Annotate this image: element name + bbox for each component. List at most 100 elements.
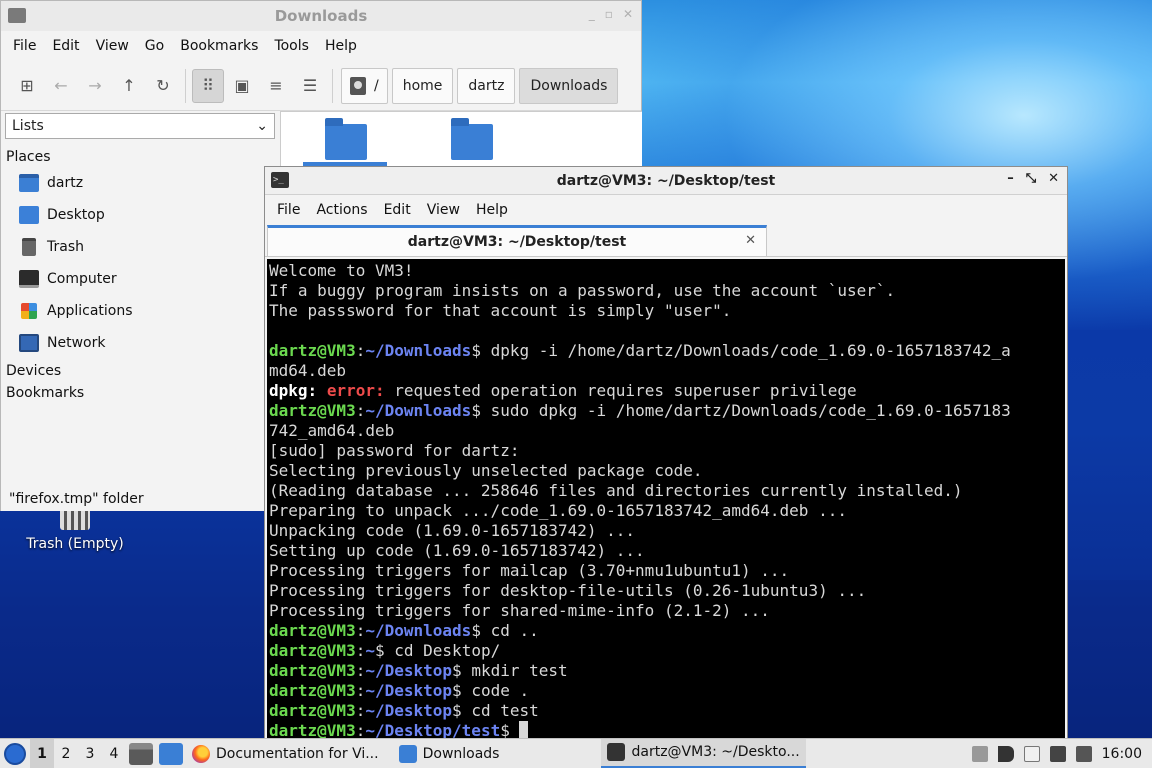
breadcrumb-downloads[interactable]: Downloads — [519, 67, 619, 104]
prompt-path: ~/Desktop/test — [365, 721, 501, 739]
menu-file[interactable]: File — [269, 202, 308, 218]
terminal-line: Unpacking code (1.69.0-1657183742) ... — [269, 521, 636, 540]
network-icon[interactable] — [1049, 745, 1066, 762]
terminal-line: dartz@VM3:~/Desktop$ cd test — [269, 701, 539, 720]
start-menu-button[interactable] — [0, 739, 30, 768]
menu-edit[interactable]: Edit — [376, 202, 419, 218]
menu-tools[interactable]: Tools — [266, 38, 317, 54]
terminal-line: 742_amd64.deb — [269, 421, 395, 440]
sidebar-item-computer[interactable]: Computer — [1, 263, 279, 295]
terminal-line: dartz@VM3:~/Desktop/test$ — [269, 721, 1065, 739]
sidebar-mode-value: Lists — [12, 118, 44, 134]
terminal-line: (Reading database ... 258646 files and d… — [269, 481, 963, 500]
prompt-path: ~/Desktop — [365, 701, 453, 720]
sidebar-item-applications[interactable]: Applications — [1, 295, 279, 327]
breadcrumb-root-label: / — [374, 77, 379, 94]
new-window-icon[interactable]: ⊞ — [11, 69, 43, 103]
menu-view[interactable]: View — [88, 38, 137, 54]
volume-icon[interactable] — [997, 745, 1014, 762]
file-manager-titlebar[interactable]: Downloads _ ▫ ✕ — [1, 1, 641, 31]
task-label: dartz@VM3: ~/Deskto... — [631, 744, 800, 760]
prompt-user: dartz@VM3 — [269, 681, 356, 700]
minimize-icon[interactable]: – — [1007, 171, 1014, 186]
clipboard-icon[interactable] — [1023, 745, 1040, 762]
close-icon[interactable]: ✕ — [745, 233, 756, 248]
maximize-icon[interactable]: ⤡ — [1026, 171, 1036, 186]
close-icon[interactable]: ✕ — [623, 7, 633, 21]
terminal-output[interactable]: Welcome to VM3! If a buggy program insist… — [267, 259, 1065, 739]
workspace-2[interactable]: 2 — [54, 739, 78, 768]
desktop-trash[interactable]: Trash (Empty) — [20, 508, 130, 552]
terminal-line: Processing triggers for mailcap (3.70+nm… — [269, 561, 790, 580]
computer-icon — [19, 270, 39, 288]
minimize-icon[interactable]: _ — [589, 7, 595, 21]
back-icon[interactable]: ← — [45, 69, 77, 103]
prompt-path: ~/Downloads — [365, 401, 472, 420]
sidebar-item-label: Desktop — [47, 207, 105, 223]
workspace-4[interactable]: 4 — [102, 739, 126, 768]
error-source: dpkg: — [269, 381, 318, 400]
terminal-line: Processing triggers for desktop-file-uti… — [269, 581, 867, 600]
prompt-user: dartz@VM3 — [269, 341, 356, 360]
task-downloads[interactable]: Downloads — [393, 739, 506, 768]
sidebar-item-network[interactable]: Network — [1, 327, 279, 359]
breadcrumb-dartz[interactable]: dartz — [457, 67, 516, 104]
menu-help[interactable]: Help — [468, 202, 516, 218]
task-terminal[interactable]: dartz@VM3: ~/Deskto... — [601, 738, 806, 768]
clock[interactable]: 16:00 — [1102, 746, 1142, 762]
chevron-down-icon: ⌄ — [256, 118, 268, 134]
command-text: mkdir test — [461, 661, 568, 680]
maximize-icon[interactable]: ▫ — [605, 7, 613, 21]
terminal-line: dartz@VM3:~/Desktop$ mkdir test — [269, 661, 568, 680]
close-icon[interactable]: ✕ — [1048, 171, 1059, 186]
menu-help[interactable]: Help — [317, 38, 365, 54]
sidebar-item-trash[interactable]: Trash — [1, 231, 279, 263]
sidebar-item-desktop[interactable]: Desktop — [1, 199, 279, 231]
menu-go[interactable]: Go — [137, 38, 172, 54]
folder-icon[interactable] — [325, 118, 367, 160]
icon-view-icon[interactable]: ⠿ — [192, 68, 224, 103]
terminal-line: Welcome to VM3! — [269, 261, 414, 280]
sidebar-mode-select[interactable]: Lists ⌄ — [5, 113, 275, 139]
menu-actions[interactable]: Actions — [308, 202, 375, 218]
terminal-titlebar[interactable]: >_ dartz@VM3: ~/Desktop/test – ⤡ ✕ — [265, 167, 1067, 195]
terminal-line: Processing triggers for shared-mime-info… — [269, 601, 770, 620]
up-icon[interactable]: ↑ — [113, 69, 145, 103]
terminal-line: dartz@VM3:~/Downloads$ sudo dpkg -i /hom… — [269, 401, 1011, 420]
command-text: dpkg -i /home/dartz/Downloads/code_1.69.… — [480, 341, 1011, 360]
compact-view-icon[interactable]: ≡ — [260, 69, 292, 103]
menu-view[interactable]: View — [419, 202, 468, 218]
update-icon[interactable] — [971, 745, 988, 762]
task-label: Downloads — [422, 745, 500, 762]
folder-icon[interactable] — [451, 118, 493, 160]
workspace-3[interactable]: 3 — [78, 739, 102, 768]
toolbar-divider — [185, 68, 186, 103]
sidebar-item-label: dartz — [47, 175, 84, 191]
menu-edit[interactable]: Edit — [44, 38, 87, 54]
desktop-trash-label: Trash (Empty) — [26, 536, 124, 552]
distro-logo-icon — [4, 742, 26, 765]
breadcrumb-home[interactable]: home — [391, 67, 454, 104]
terminal-cursor — [519, 721, 529, 739]
workspace-1[interactable]: 1 — [30, 738, 54, 768]
prompt-user: dartz@VM3 — [269, 401, 356, 420]
sidebar-item-dartz[interactable]: dartz — [1, 167, 279, 199]
reload-icon[interactable]: ↻ — [147, 69, 179, 103]
thumbnail-view-icon[interactable]: ▣ — [226, 69, 258, 103]
notification-icon[interactable] — [1075, 745, 1092, 762]
applications-icon — [21, 303, 37, 319]
prompt-user: dartz@VM3 — [269, 701, 356, 720]
forward-icon[interactable]: → — [79, 69, 111, 103]
show-desktop-icon[interactable] — [159, 742, 183, 765]
file-manager-launcher-icon[interactable] — [129, 742, 153, 765]
sidebar-item-label: Trash — [47, 239, 84, 255]
menu-file[interactable]: File — [5, 38, 44, 54]
trash-icon — [22, 238, 36, 256]
prompt-path: ~/Downloads — [365, 621, 472, 640]
detailed-view-icon[interactable]: ☰ — [294, 69, 326, 103]
menu-bookmarks[interactable]: Bookmarks — [172, 38, 266, 54]
tab-terminal[interactable]: dartz@VM3: ~/Desktop/test ✕ — [267, 225, 767, 257]
task-firefox[interactable]: Documentation for Vi... — [186, 739, 385, 768]
breadcrumb-root[interactable]: / — [341, 67, 388, 104]
command-text: sudo dpkg -i /home/dartz/Downloads/code_… — [480, 401, 1011, 420]
